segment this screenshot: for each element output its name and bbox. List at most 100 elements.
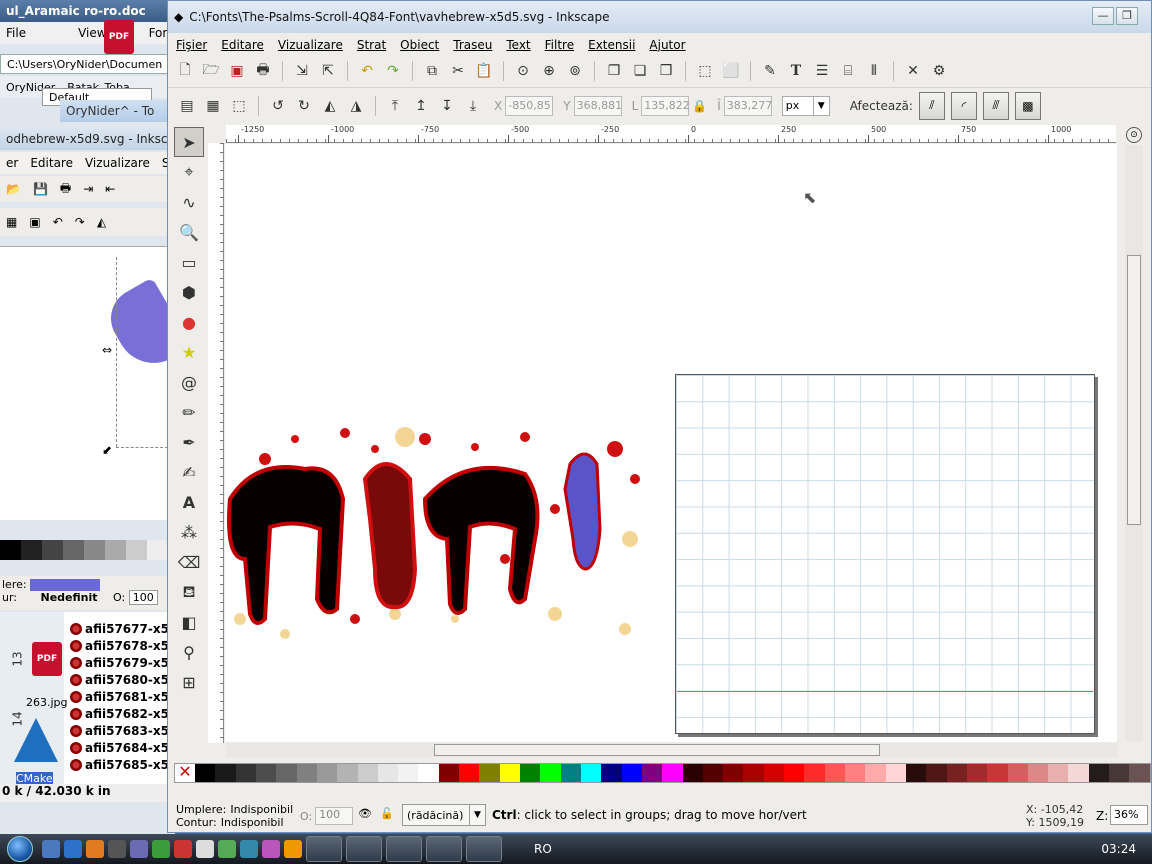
color-swatch[interactable] [479,764,500,782]
move-gradients-toggle[interactable]: ⫻ [982,91,1009,120]
print-icon[interactable]: 🖶 [60,179,71,200]
color-swatch[interactable] [195,764,216,782]
list-item[interactable]: afii57681-x5e [70,688,175,705]
xml-editor-icon[interactable]: ⌸ [837,60,859,82]
save-icon[interactable]: ▣ [226,60,248,82]
clock[interactable]: 03:24 [1101,842,1136,856]
eraser-tool-icon[interactable]: ⌫ [174,547,204,577]
flip-icon[interactable]: ◭ [97,215,106,229]
open-icon[interactable]: 📂 [6,182,21,196]
color-swatch[interactable] [540,764,561,782]
word-title-bar[interactable]: ul_Aramaic ro-ro.doc [0,0,175,22]
app-icon[interactable] [262,840,280,858]
list-item[interactable]: afii57684-x5e [70,739,175,756]
color-swatch[interactable] [621,764,642,782]
opacity-input[interactable]: 100 [315,807,354,825]
select-all-icon[interactable]: ▦ [6,215,17,229]
flip-vertical-icon[interactable]: ◮ [345,95,367,117]
rectangle-tool-icon[interactable]: ▭ [174,247,204,277]
rotate-ccw-icon[interactable]: ↶ [53,215,63,229]
cmake-icon[interactable] [14,718,58,762]
color-swatch[interactable] [966,764,988,782]
stroke-value[interactable]: Indisponibil [221,816,284,829]
menu-filters[interactable]: Filtre [545,38,574,52]
pen-tool-icon[interactable]: ✒ [174,427,204,457]
color-swatch[interactable] [377,764,399,782]
color-swatch[interactable] [1088,764,1110,782]
spray-tool-icon[interactable]: ⁂ [174,517,204,547]
inkscape2-menu-item[interactable]: er [6,156,18,170]
rotate-cw-icon[interactable]: ↷ [75,215,85,229]
color-swatch[interactable] [743,764,764,782]
menu-object[interactable]: Obiect [400,38,439,52]
align-icon[interactable]: ⫴ [863,60,885,82]
color-swatch[interactable] [520,764,541,782]
color-swatch[interactable] [560,764,581,782]
export-icon[interactable]: ⇤ [105,182,115,196]
lock-icon[interactable]: 🔒 [692,99,707,113]
import-icon[interactable]: ⇲ [291,60,313,82]
inkscape2-canvas[interactable]: ⇔ ⬋ [0,246,175,520]
file-label[interactable]: 263.jpg [26,696,68,709]
color-swatch[interactable] [905,764,927,782]
text-font-icon[interactable]: T [785,60,807,82]
scale-handle-icon[interactable]: ⇔ [102,343,112,357]
start-button[interactable] [0,834,40,864]
color-swatch[interactable] [702,764,724,782]
color-swatch[interactable] [824,764,845,782]
zoom-input[interactable]: 36% [1110,805,1148,825]
horizontal-ruler[interactable]: -1250 -1000 -750 -500 -250 0 250 500 750 1000 [226,125,1116,143]
color-swatch[interactable] [1007,764,1028,782]
open-icon[interactable]: 🗁 [200,60,222,82]
group-icon[interactable]: ⬚ [694,60,716,82]
color-swatch[interactable] [1048,764,1069,782]
raise-icon[interactable]: ↥ [410,95,432,117]
canvas[interactable]: ⬉ [225,144,1117,742]
zoom-drawing-icon[interactable]: ⊕ [538,60,560,82]
color-swatch[interactable] [398,764,419,782]
color-swatch[interactable] [337,764,358,782]
layer-select[interactable]: (rădăcină) ▼ [402,804,486,826]
unlink-clone-icon[interactable]: ❒ [655,60,677,82]
fill-swatch[interactable] [30,579,101,591]
dropper-tool-icon[interactable]: ⚲ [174,637,204,667]
ellipse-tool-icon[interactable]: ● [174,307,204,337]
taskbar-window[interactable] [426,836,462,862]
text-tool-icon[interactable]: A [174,487,204,517]
list-item[interactable]: afii57680-x5e [70,671,175,688]
vertical-scrollbar[interactable] [1125,145,1143,741]
select-icon[interactable]: ▣ [29,215,40,229]
spiral-tool-icon[interactable]: @ [174,367,204,397]
title-bar[interactable]: ◆ C:\Fonts\The-Psalms-Scroll-4Q84-Font\v… [168,1,1151,33]
color-swatch[interactable] [459,764,480,782]
pdf-icon[interactable]: PDF [104,20,134,54]
color-swatch[interactable] [438,764,460,782]
menu-text[interactable]: Text [506,38,530,52]
inkscape2-title-bar[interactable]: odhebrew-x5d9.svg - Inkscape [0,128,175,150]
taskbar-window[interactable] [346,836,382,862]
lower-to-bottom-icon[interactable]: ⤓ [462,95,484,117]
ungroup-icon[interactable]: ⬜ [720,60,742,82]
document-properties-icon[interactable]: ⚙ [928,60,950,82]
copy-icon[interactable]: ⧉ [421,60,443,82]
menu-help[interactable]: Ajutor [649,38,685,52]
select-all-icon[interactable]: ▤ [176,95,198,117]
show-desktop-icon[interactable] [42,840,60,858]
zoom-selection-icon[interactable]: ⊙ [512,60,534,82]
word-path[interactable]: C:\Users\OryNider\Documen [0,54,175,74]
color-swatch[interactable] [723,764,744,782]
color-swatch[interactable] [763,764,785,782]
raise-to-top-icon[interactable]: ⤒ [384,95,406,117]
ie-icon[interactable] [64,840,82,858]
width-input[interactable]: 135,822 [641,95,690,116]
color-swatch[interactable] [255,764,277,782]
list-item[interactable]: afii57685-x5e [70,756,175,773]
undo-icon[interactable]: ↶ [356,60,378,82]
pdf-icon[interactable]: PDF [32,642,62,676]
select-all-layers-icon[interactable]: ▦ [202,95,224,117]
paste-icon[interactable]: 📋 [473,60,495,82]
no-paint-swatch[interactable]: ✕ [175,764,195,782]
color-swatch[interactable] [946,764,967,782]
color-swatch[interactable] [1129,764,1150,782]
layer-visibility-icon[interactable]: 👁 [358,807,372,820]
